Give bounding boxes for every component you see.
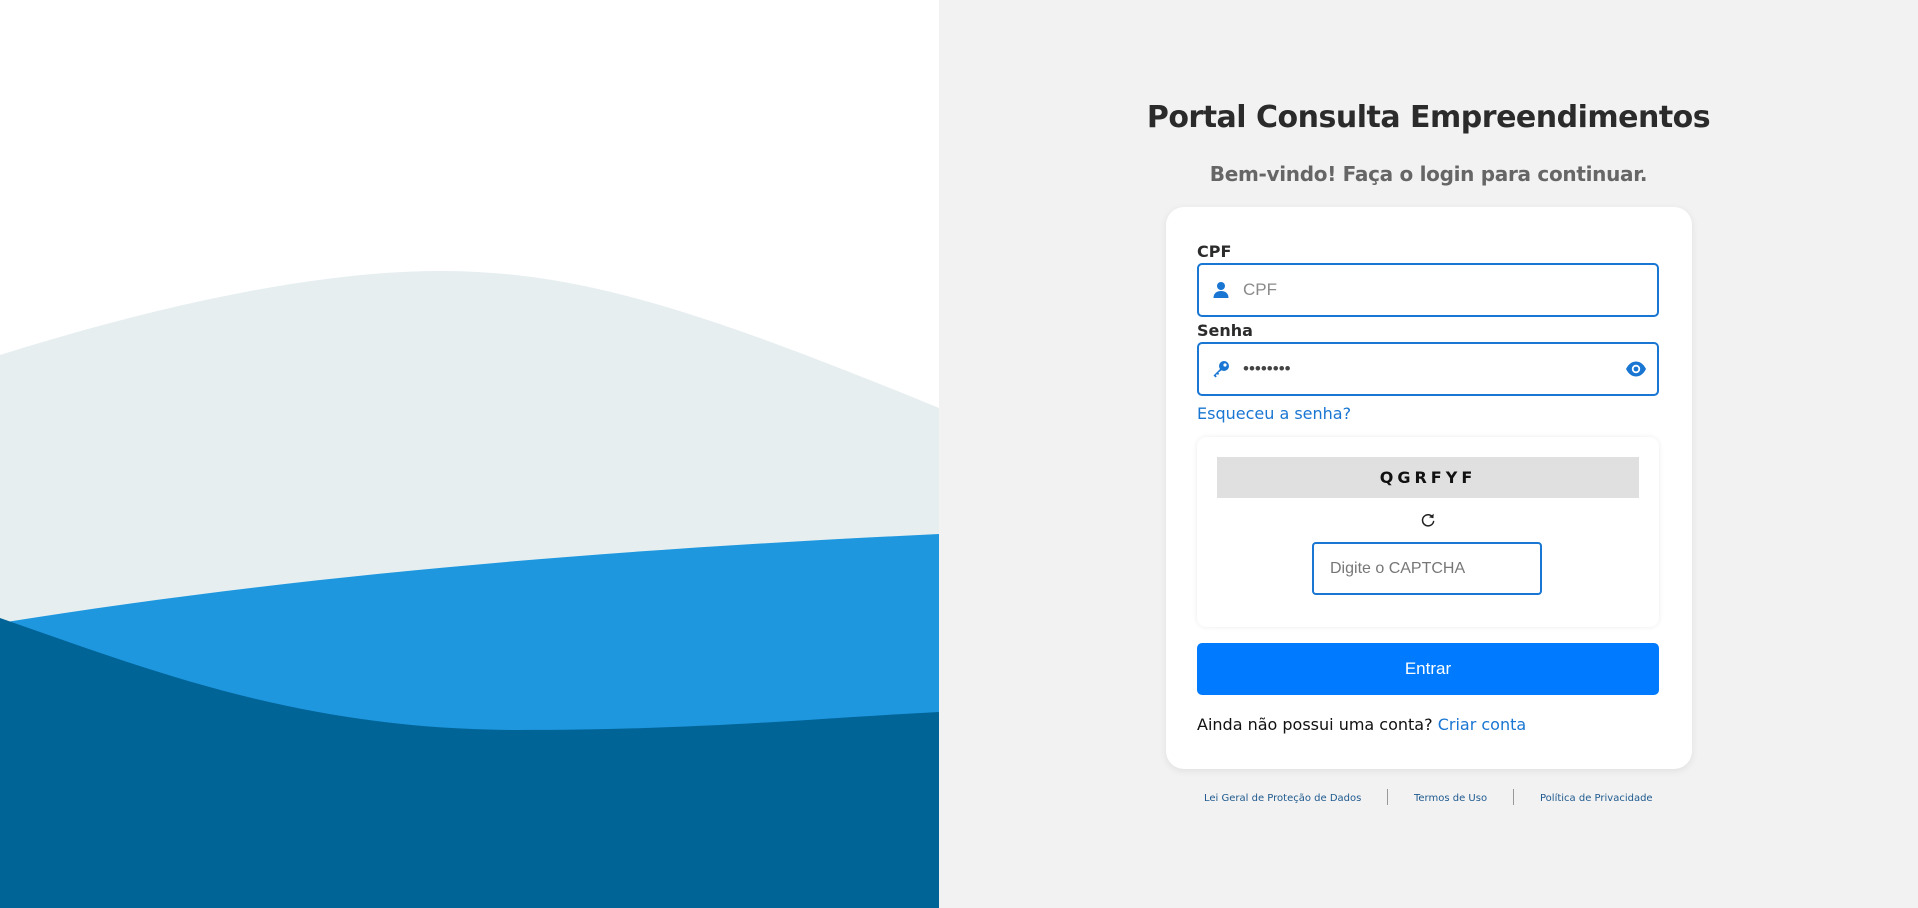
- login-button[interactable]: Entrar: [1197, 643, 1659, 695]
- login-card: CPF Senha: [1166, 207, 1692, 769]
- footer-link-lgpd[interactable]: Lei Geral de Proteção de Dados: [1204, 793, 1361, 804]
- create-account-link[interactable]: Criar conta: [1438, 715, 1526, 734]
- login-panel: Portal Consulta Empreendimentos Bem-vind…: [939, 0, 1918, 908]
- signup-prompt: Ainda não possui uma conta?: [1197, 715, 1433, 734]
- footer-divider: [1513, 789, 1514, 805]
- eye-icon[interactable]: [1625, 359, 1647, 379]
- decorative-waves-panel: [0, 0, 939, 908]
- key-icon: [1213, 361, 1229, 378]
- footer-link-privacy[interactable]: Política de Privacidade: [1540, 793, 1653, 804]
- footer-link-terms[interactable]: Termos de Uso: [1414, 793, 1487, 804]
- signup-row: Ainda não possui uma conta? Criar conta: [1197, 715, 1526, 734]
- footer-links: Lei Geral de Proteção de Dados Termos de…: [939, 789, 1918, 809]
- cpf-label: CPF: [1197, 242, 1232, 261]
- footer-divider: [1387, 789, 1388, 805]
- waves-illustration: [0, 270, 939, 908]
- refresh-icon[interactable]: [1420, 512, 1436, 528]
- password-label: Senha: [1197, 321, 1253, 340]
- captcha-code: QGRFYF: [1217, 457, 1639, 498]
- login-page: Portal Consulta Empreendimentos Bem-vind…: [0, 0, 1918, 908]
- captcha-input[interactable]: [1312, 542, 1542, 595]
- page-title: Portal Consulta Empreendimentos: [1146, 100, 1711, 135]
- user-icon: [1213, 282, 1229, 298]
- password-field-wrapper: [1197, 342, 1659, 396]
- forgot-password-link[interactable]: Esqueceu a senha?: [1197, 404, 1351, 423]
- page-subtitle: Bem-vindo! Faça o login para continuar.: [1209, 162, 1648, 186]
- password-input[interactable]: [1243, 344, 1603, 394]
- cpf-input[interactable]: [1243, 265, 1603, 315]
- captcha-section: QGRFYF: [1197, 437, 1659, 627]
- cpf-field-wrapper: [1197, 263, 1659, 317]
